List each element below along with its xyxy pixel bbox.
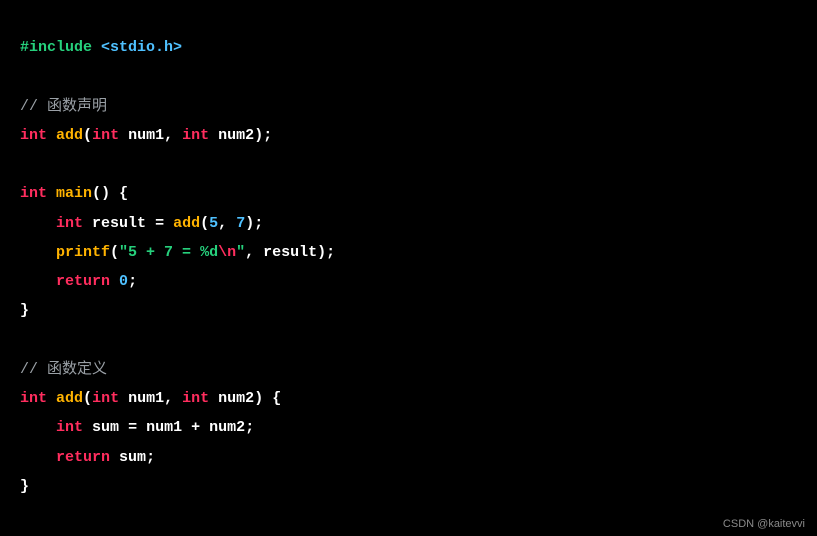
keyword-return: return [56, 273, 110, 290]
function-printf: printf [56, 244, 110, 261]
function-main: main [56, 185, 92, 202]
comment-definition: // 函数定义 [20, 361, 107, 378]
function-add: add [56, 127, 83, 144]
include-header: <stdio.h> [101, 39, 182, 56]
comment-declaration: // 函数声明 [20, 98, 107, 115]
identifier-result: result [92, 215, 146, 232]
code-snippet: #include <stdio.h> // 函数声明 int add(int n… [0, 15, 817, 519]
identifier-sum: sum [92, 419, 119, 436]
preprocessor-directive: #include [20, 39, 92, 56]
watermark-text: CSDN @kaitevvi [723, 518, 805, 530]
keyword-int: int [20, 127, 47, 144]
